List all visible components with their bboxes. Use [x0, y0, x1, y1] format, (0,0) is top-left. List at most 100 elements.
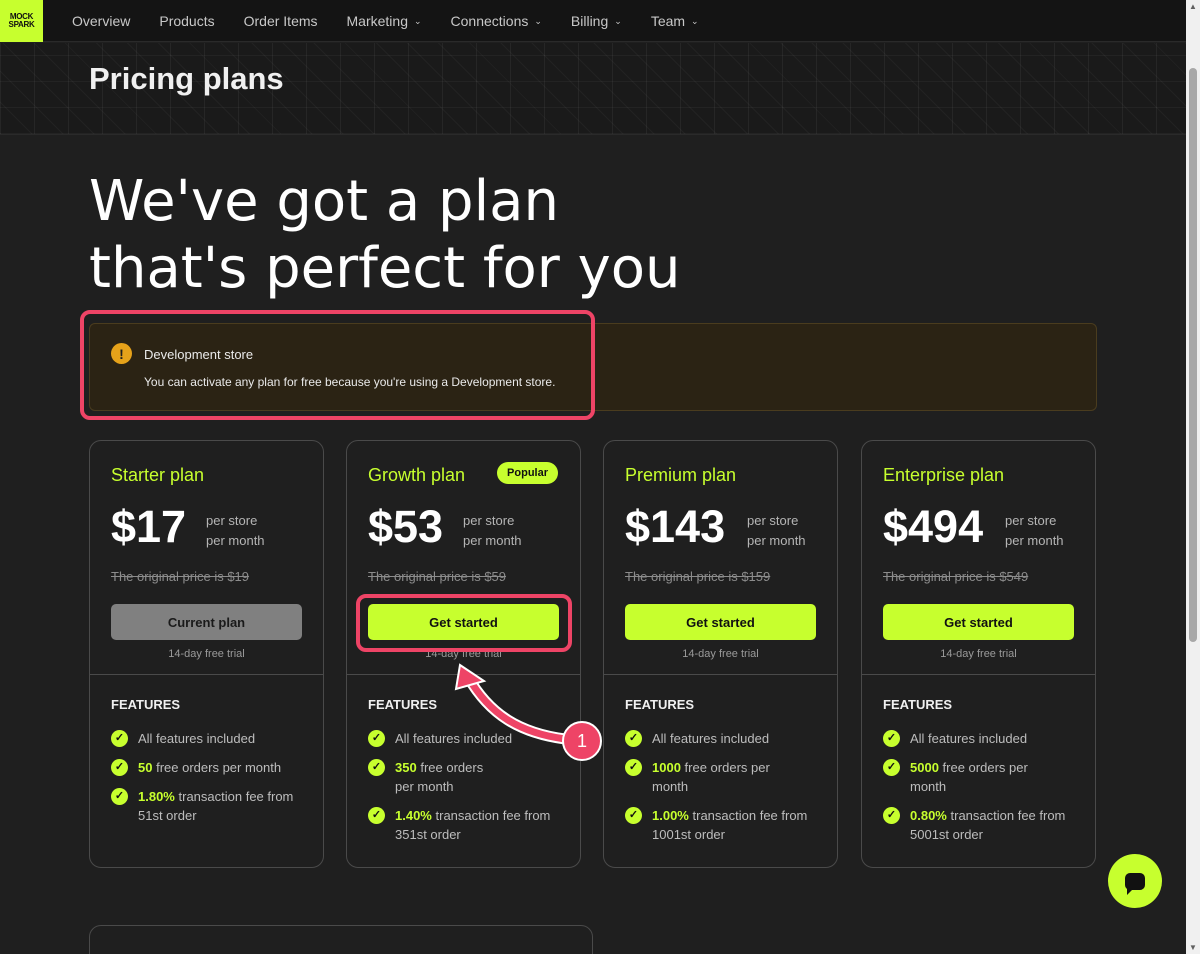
- price-period-store: per store: [747, 513, 799, 528]
- brand-logo-text: MOCK SPARK: [8, 11, 35, 29]
- feature-text: 0.80% transaction fee from 5001st order: [910, 806, 1083, 844]
- nav-item-team[interactable]: Team ⌄: [651, 13, 699, 29]
- brand-logo[interactable]: MOCK SPARK: [0, 0, 43, 42]
- check-icon: ✓: [111, 788, 128, 805]
- feature-desc: free orders per month: [156, 760, 282, 775]
- feature-text: 1.00% transaction fee from 1001st order: [652, 806, 825, 844]
- nav-item-label: Team: [650, 12, 686, 29]
- feature-item: ✓ 1000 free orders per month: [625, 758, 775, 796]
- price-period-month: per month: [1005, 533, 1064, 548]
- scrollbar-thumb[interactable]: [1189, 68, 1197, 642]
- plan-card-premium: Premium plan $143 per store per month The…: [603, 440, 838, 868]
- feature-item: ✓ 5000 free orders per month: [883, 758, 1033, 796]
- scroll-up-icon[interactable]: ▲: [1189, 2, 1197, 11]
- hero-line-1: We've got a plan: [89, 169, 559, 234]
- check-icon: ✓: [883, 807, 900, 824]
- features-heading: FEATURES: [883, 697, 953, 712]
- divider: [604, 674, 837, 675]
- feature-value: 50: [138, 760, 153, 775]
- plan-card-starter: Starter plan $17 per store per month The …: [89, 440, 324, 868]
- price-period: per store per month: [206, 511, 265, 551]
- check-icon: ✓: [111, 730, 128, 747]
- features-heading: FEATURES: [625, 697, 695, 712]
- check-icon: ✓: [883, 730, 900, 747]
- price-period: per store per month: [463, 511, 522, 551]
- divider: [90, 674, 323, 675]
- nav-item-label: Order Items: [243, 12, 318, 29]
- price-period-store: per store: [463, 513, 515, 528]
- feature-text: All features included: [652, 731, 770, 746]
- price-period: per store per month: [1005, 511, 1064, 551]
- feature-text: All features included: [910, 731, 1028, 746]
- bottom-card: [89, 925, 593, 954]
- original-price: The original price is $159: [625, 569, 771, 584]
- nav-item-connections[interactable]: Connections ⌄: [451, 13, 542, 29]
- feature-value: 1.80%: [138, 789, 175, 804]
- step-number-badge: 1: [562, 721, 602, 761]
- scrollbar[interactable]: ▲ ▼: [1186, 0, 1200, 954]
- feature-text: 1.40% transaction fee from 351st order: [395, 806, 568, 844]
- nav-item-label: Products: [159, 12, 215, 29]
- get-started-button[interactable]: Get started: [883, 604, 1074, 640]
- annotation-arrow-icon: [454, 663, 571, 745]
- original-price: The original price is $59: [368, 569, 507, 584]
- feature-text: 50 free orders per month: [138, 758, 281, 777]
- nav-item-marketing[interactable]: Marketing ⌄: [347, 13, 422, 29]
- nav-item-label: Overview: [72, 12, 131, 29]
- feature-value: 1.40%: [395, 808, 432, 823]
- popular-badge: Popular: [497, 462, 558, 484]
- nav-item-billing[interactable]: Billing ⌄: [571, 13, 622, 29]
- price-period-store: per store: [1005, 513, 1057, 528]
- chevron-down-icon: ⌄: [614, 16, 622, 26]
- feature-item: ✓ All features included: [883, 729, 1083, 748]
- plan-price: $53: [368, 501, 444, 552]
- price-period: per store per month: [747, 511, 806, 551]
- plan-price: $143: [625, 501, 726, 552]
- trial-text: 14-day free trial: [682, 648, 759, 660]
- plan-card-growth: Growth plan Popular $53 per store per mon…: [346, 440, 581, 868]
- check-icon: ✓: [625, 759, 642, 776]
- page-header: Pricing plans: [0, 43, 1186, 135]
- hero-heading: We've got a plan that's perfect for you: [89, 168, 789, 302]
- scroll-down-icon[interactable]: ▼: [1189, 943, 1197, 952]
- get-started-button[interactable]: Get started: [625, 604, 816, 640]
- feature-item: ✓ All features included: [625, 729, 825, 748]
- current-plan-button[interactable]: Current plan: [111, 604, 302, 640]
- cta-highlight-annotation: [356, 594, 572, 652]
- plan-name: Enterprise plan: [883, 465, 1005, 485]
- plan-card-enterprise: Enterprise plan $494 per store per month …: [861, 440, 1096, 868]
- check-icon: ✓: [883, 759, 900, 776]
- chevron-down-icon: ⌄: [413, 16, 422, 26]
- check-icon: ✓: [625, 807, 642, 824]
- feature-value: 1.00%: [652, 808, 689, 823]
- feature-item: ✓ All features included: [111, 729, 311, 748]
- feature-text: 1000 free orders per month: [652, 758, 775, 796]
- feature-item: ✓ 1.00% transaction fee from 1001st order: [625, 806, 825, 844]
- feature-value: 5000: [910, 760, 939, 775]
- feature-text: 350 free orders per month: [395, 758, 498, 796]
- feature-item: ✓ 1.40% transaction fee from 351st order: [368, 806, 568, 844]
- features-heading: FEATURES: [111, 697, 181, 712]
- chat-button[interactable]: [1108, 854, 1162, 908]
- original-price: The original price is $549: [883, 569, 1029, 584]
- divider: [862, 674, 1095, 675]
- feature-text: All features included: [138, 731, 256, 746]
- feature-value: 0.80%: [910, 808, 947, 823]
- original-price: The original price is $19: [111, 569, 250, 584]
- nav-item-overview[interactable]: Overview: [72, 13, 130, 29]
- check-icon: ✓: [368, 759, 385, 776]
- page-title: Pricing plans: [89, 61, 284, 96]
- feature-value: 1000: [652, 760, 681, 775]
- check-icon: ✓: [368, 807, 385, 824]
- check-icon: ✓: [625, 730, 642, 747]
- alert-highlight-annotation: [80, 310, 595, 420]
- nav-item-label: Connections: [450, 12, 529, 29]
- trial-text: 14-day free trial: [168, 648, 245, 660]
- nav-item-order-items[interactable]: Order Items: [244, 13, 318, 29]
- price-period-month: per month: [463, 533, 522, 548]
- plan-name: Starter plan: [111, 465, 205, 485]
- nav-item-products[interactable]: Products: [159, 13, 214, 29]
- chat-icon: [1125, 872, 1145, 895]
- plan-name: Growth plan: [368, 465, 466, 485]
- price-period-month: per month: [747, 533, 806, 548]
